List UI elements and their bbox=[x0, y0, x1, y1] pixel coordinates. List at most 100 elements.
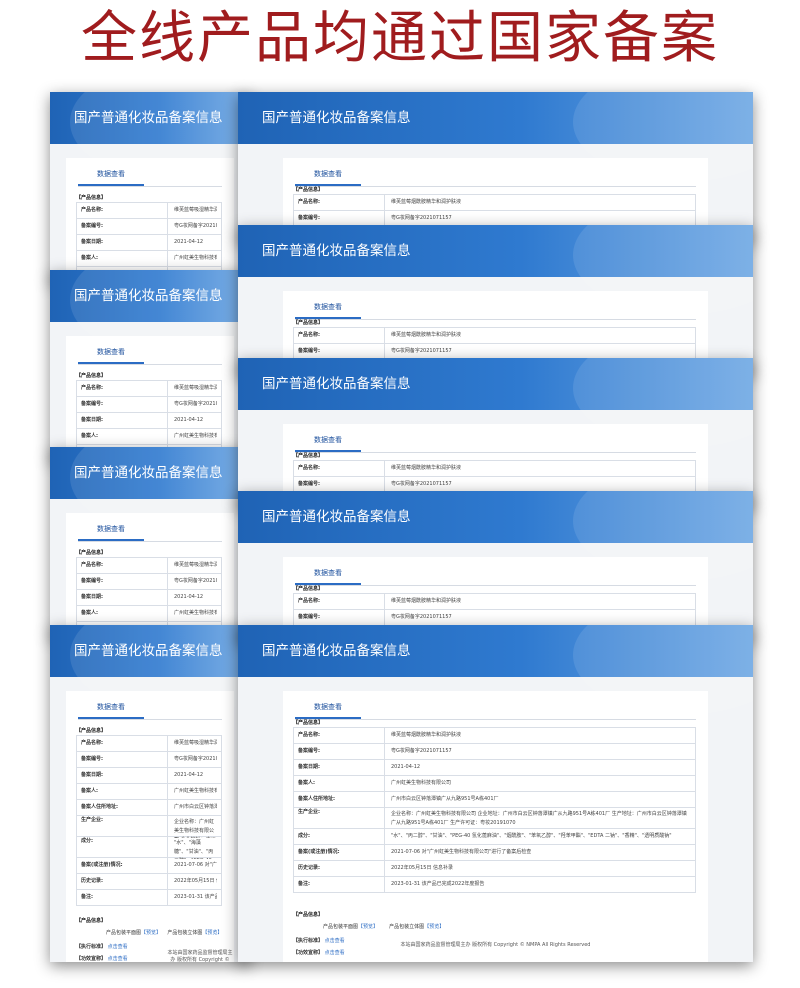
tab-data-view[interactable]: 数据查看 bbox=[295, 430, 361, 452]
row-key: 产品名称: bbox=[298, 199, 320, 205]
card-panel: 数据查看 【产品信息】 产品名称: 维芙蓝莓吸湿精华润肤番膏 备案编号: 粤G妆网备… bbox=[66, 158, 234, 282]
row-key: 备案日期: bbox=[298, 764, 320, 770]
row-value: 2021-04-12 bbox=[167, 413, 217, 428]
exec-standard-link[interactable]: 点击查看 bbox=[108, 944, 128, 950]
tab-data-view[interactable]: 数据查看 bbox=[78, 342, 144, 364]
table-row: 备案人: 广州虹美生物科技有限公司 bbox=[294, 776, 695, 792]
card-panel: 数据查看 【产品信息】 产品名称: 维芙蓝莓烟酰胺精华和润护肤液 备案编号: 粤G妆… bbox=[283, 691, 708, 962]
table-row: 备注: 2023-01-31 该产品已完成2022年度... bbox=[77, 890, 221, 906]
row-key: 备案日期: bbox=[81, 772, 103, 778]
table-row: 产品名称: 维芙蓝莓吸湿精华润肤番膏 bbox=[77, 736, 221, 752]
row-value: 广州市白云区钟落潭镇广从九路951号A栋401厂 bbox=[384, 792, 691, 807]
table-row: 历史记录: 2022年05月15日 信息补录 bbox=[294, 861, 695, 877]
table-row: 产品名称: 维芙蓝莓烟酰胺精华和润护肤液 bbox=[294, 195, 695, 211]
row-value: 企业名称：广州虹美生物科技有限公司 企业地址：广州市白云区钟落潭镇广从九路951… bbox=[384, 808, 691, 830]
tab-divider bbox=[295, 719, 696, 720]
row-value: 维芙蓝莓吸湿精华润肤番膏 bbox=[167, 558, 217, 573]
row-key: 历史记录: bbox=[81, 878, 103, 884]
row-value: 广州虹美生物科技有限公司 bbox=[167, 251, 217, 266]
row-value: 2022年05月15日 信息补录 bbox=[384, 861, 691, 876]
efficacy-link[interactable]: 点击查看 bbox=[325, 950, 345, 956]
product-table: 产品名称: 维芙蓝莓烟酰胺精华和润护肤液 备案编号: 粤G妆网备字202107115… bbox=[293, 593, 696, 626]
tab-data-view[interactable]: 数据查看 bbox=[295, 297, 361, 319]
row-value: 2021-04-12 bbox=[167, 590, 217, 605]
attachments-row: 产品包装平面图【预览】 产品包装立体图【预览】 bbox=[323, 923, 444, 930]
preview-link[interactable]: 【预览】 bbox=[202, 930, 222, 936]
row-key: 备案编号: bbox=[298, 215, 320, 221]
row-key: 备案人: bbox=[81, 255, 98, 261]
row-value: 粤G妆网备字2021071157 bbox=[384, 477, 691, 492]
row-key: 生产企业: bbox=[298, 809, 320, 815]
table-row: 备案人: 广州虹美生物科技有限公司 bbox=[77, 429, 221, 445]
row-key: 备案日期: bbox=[81, 594, 103, 600]
efficacy-row: 【功效宣称】 点击查看 bbox=[293, 949, 345, 956]
row-key: 备案编号: bbox=[298, 748, 320, 754]
table-row: 产品名称: 维芙蓝莓吸湿精华润肤番膏 bbox=[77, 558, 221, 574]
preview-link[interactable]: 【预览】 bbox=[141, 930, 161, 936]
row-key: 备注: bbox=[81, 894, 93, 900]
row-key: 产品名称: bbox=[298, 598, 320, 604]
tab-data-view[interactable]: 数据查看 bbox=[78, 164, 144, 186]
row-key: 产品名称: bbox=[81, 385, 103, 391]
attachment-label: 产品包装平面图 bbox=[323, 924, 359, 930]
row-value: 维芙蓝莓烟酰胺精华和润护肤液 bbox=[384, 461, 691, 476]
tab-divider bbox=[295, 319, 696, 320]
page-footer: 本站由国家药品监督管理局主办 版权所有 Copyright © NMPA All… bbox=[167, 950, 233, 962]
tab-data-view[interactable]: 数据查看 bbox=[295, 697, 361, 719]
tab-data-view[interactable]: 数据查看 bbox=[295, 164, 361, 186]
row-key: 备案编号: bbox=[81, 223, 103, 229]
row-key: 成分: bbox=[298, 833, 310, 839]
section-attachments: 【产品信息】 bbox=[76, 918, 107, 924]
row-key: 备案人: bbox=[81, 788, 98, 794]
row-key: 产品名称: bbox=[298, 732, 320, 738]
section-product-info: 【产品信息】 bbox=[293, 453, 324, 459]
record-card-left-2: 国产普通化妆品备案信息 数据查看 【产品信息】 产品名称: 维芙蓝莓吸湿精华润肤番… bbox=[50, 270, 250, 460]
section-attachments: 【产品信息】 bbox=[293, 912, 324, 918]
table-row: 备案日期: 2021-04-12 bbox=[77, 590, 221, 606]
table-row: 备案编号: 粤G妆网备字2021004 bbox=[77, 397, 221, 413]
table-row: 备案日期: 2021-04-12 bbox=[77, 413, 221, 429]
row-key: 产品名称: bbox=[298, 332, 320, 338]
row-value: 维芙蓝莓烟酰胺精华和润护肤液 bbox=[384, 728, 691, 743]
efficacy-link[interactable]: 点击查看 bbox=[108, 956, 128, 962]
row-value: 维芙蓝莓烟酰胺精华和润护肤液 bbox=[384, 195, 691, 210]
efficacy-label: 【功效宣称】 bbox=[76, 956, 107, 962]
row-key: 产品名称: bbox=[81, 207, 103, 213]
row-key: 备案人: bbox=[81, 610, 98, 616]
table-row: 产品名称: 维芙蓝莓烟酰胺精华和润护肤液 bbox=[294, 728, 695, 744]
row-key: 备案编号: bbox=[81, 578, 103, 584]
table-row: 备案人: 广州虹美生物科技有限公司 bbox=[77, 606, 221, 622]
tab-data-view[interactable]: 数据查看 bbox=[78, 697, 144, 719]
card-header: 国产普通化妆品备案信息 bbox=[50, 447, 250, 537]
table-row: 备案日期: 2021-04-12 bbox=[294, 760, 695, 776]
record-card-right-2: 国产普通化妆品备案信息 数据查看 【产品信息】 产品名称: 维芙蓝莓烟酰胺精华和润… bbox=[238, 225, 753, 375]
row-value: 2021-04-12 bbox=[384, 760, 691, 775]
product-table: 产品名称: 维芙蓝莓烟酰胺精华和润护肤液 备案编号: 粤G妆网备字202107115… bbox=[293, 194, 696, 227]
section-product-info: 【产品信息】 bbox=[293, 720, 324, 726]
row-key: 备案编号: bbox=[298, 614, 320, 620]
efficacy-label: 【功效宣称】 bbox=[293, 950, 324, 956]
table-row: 成分: "水"、"海藻糖"、"甘油"、"丙二醇"、"PEG-40 氢化蓖麻油"、"… bbox=[77, 837, 221, 859]
row-key: 备案人: bbox=[298, 780, 315, 786]
row-value: 维芙蓝莓吸湿精华润肤番膏 bbox=[167, 381, 217, 396]
exec-standard-row: 【执行标准】 点击查看 bbox=[76, 943, 128, 950]
card-header: 国产普通化妆品备案信息 bbox=[238, 225, 753, 315]
row-key: 产品名称: bbox=[298, 465, 320, 471]
table-row: 生产企业: 企业名称：广州虹美生物科技有限公司 企业地址：广州市白云区钟落潭镇广从… bbox=[294, 808, 695, 830]
table-row: 产品名称: 维芙蓝莓吸湿精华润肤番膏 bbox=[77, 381, 221, 397]
preview-link[interactable]: 【预览】 bbox=[358, 924, 378, 930]
table-row: 备案(或注册)情况: 2021-07-06 对"广州虹美生物科技有限公司"... bbox=[77, 858, 221, 874]
record-card-left-4: 国产普通化妆品备案信息 数据查看 【产品信息】 产品名称: 维芙蓝莓吸湿精华润肤番… bbox=[50, 625, 250, 962]
card-header: 国产普通化妆品备案信息 bbox=[50, 270, 250, 360]
tab-divider bbox=[78, 364, 222, 365]
tab-data-view[interactable]: 数据查看 bbox=[295, 563, 361, 585]
tab-data-view[interactable]: 数据查看 bbox=[78, 519, 144, 541]
table-row: 生产企业: 企业名称：广州虹美生物科技有限公司 企业地址：广州市白云区钟落潭镇广从… bbox=[77, 816, 221, 838]
row-key: 备案人: bbox=[81, 433, 98, 439]
tab-divider bbox=[78, 719, 222, 720]
row-value: 粤G妆网备字2021071157 bbox=[384, 744, 691, 759]
exec-standard-label: 【执行标准】 bbox=[76, 944, 107, 950]
tab-divider bbox=[78, 541, 222, 542]
preview-link[interactable]: 【预览】 bbox=[424, 924, 444, 930]
row-key: 备案编号: bbox=[298, 348, 320, 354]
